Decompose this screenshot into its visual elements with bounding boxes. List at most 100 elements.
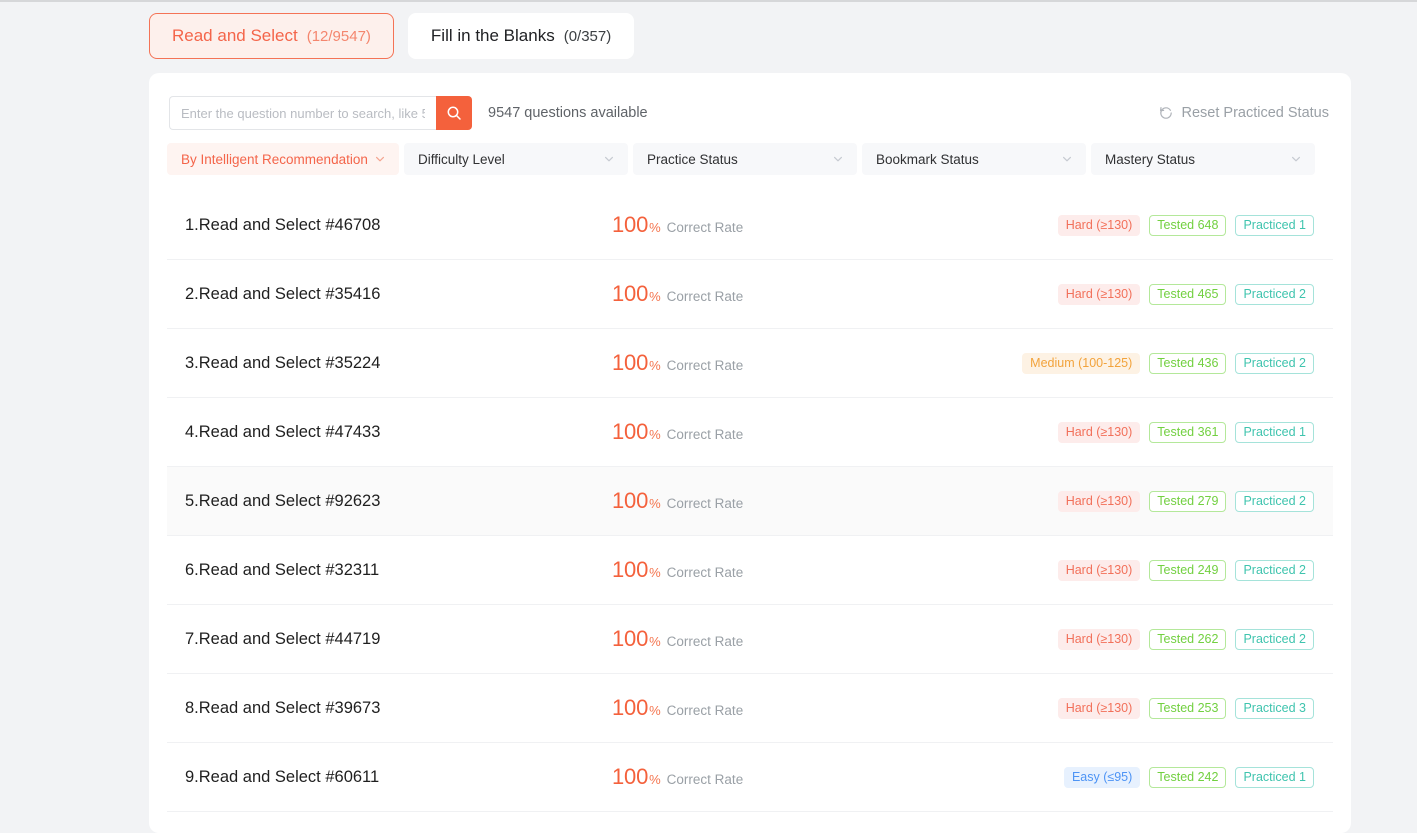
- question-list: 1.Read and Select #46708 100% Correct Rate…: [149, 191, 1351, 833]
- question-title: 7.Read and Select #44719: [185, 629, 381, 648]
- percent-sign: %: [649, 220, 661, 235]
- question-title: 4.Read and Select #47433: [185, 422, 381, 441]
- correct-rate-value: 100: [612, 281, 649, 306]
- correct-rate-value: 100: [612, 557, 649, 582]
- tested-badge: Tested 648: [1149, 214, 1227, 236]
- question-title: 3.Read and Select #35224: [185, 353, 381, 372]
- badge-group: Hard (≥130) Tested 253 Practiced 3: [1057, 697, 1333, 719]
- difficulty-badge: Hard (≥130): [1057, 490, 1141, 512]
- tab-fill-in-the-blanks[interactable]: Fill in the Blanks (0/357): [407, 13, 635, 59]
- search-button[interactable]: [436, 96, 472, 130]
- questions-available-text: 9547 questions available: [488, 105, 648, 121]
- table-row[interactable]: 8.Read and Select #39673 100% Correct Rate…: [167, 674, 1333, 743]
- question-type-tabs: Read and Select (12/9547) Fill in the Bl…: [149, 13, 635, 59]
- table-row[interactable]: 2.Read and Select #35416 100% Correct Rate…: [167, 260, 1333, 329]
- correct-rate: 100% Correct Rate: [612, 488, 912, 514]
- correct-rate-label: Correct Rate: [666, 634, 744, 649]
- filter-bookmark-status-label: Bookmark Status: [876, 151, 979, 167]
- search-box: [169, 96, 472, 130]
- filter-row: By Intelligent Recommendation Difficulty…: [167, 143, 1333, 175]
- search-input[interactable]: [169, 96, 436, 130]
- filter-practice-status-label: Practice Status: [647, 151, 738, 167]
- practiced-badge: Practiced 2: [1235, 559, 1314, 581]
- badge-group: Hard (≥130) Tested 249 Practiced 2: [1057, 559, 1333, 581]
- correct-rate-label: Correct Rate: [666, 358, 744, 373]
- chevron-down-icon: [1061, 153, 1073, 165]
- correct-rate-value: 100: [612, 212, 649, 237]
- question-list-card: 9547 questions available Reset Practiced…: [149, 73, 1351, 833]
- tested-badge: Tested 361: [1149, 421, 1227, 443]
- difficulty-badge: Hard (≥130): [1057, 628, 1141, 650]
- question-title: 9.Read and Select #60611: [185, 767, 380, 786]
- percent-sign: %: [649, 358, 661, 373]
- table-row[interactable]: 9.Read and Select #60611 100% Correct Rate…: [167, 743, 1333, 812]
- table-row[interactable]: 6.Read and Select #32311 100% Correct Rate…: [167, 536, 1333, 605]
- table-row[interactable]: 5.Read and Select #92623 100% Correct Rate…: [167, 467, 1333, 536]
- practiced-badge: Practiced 2: [1235, 283, 1314, 305]
- percent-sign: %: [649, 427, 661, 442]
- reset-practiced-status-button[interactable]: Reset Practiced Status: [1158, 105, 1332, 121]
- tested-badge: Tested 253: [1149, 697, 1227, 719]
- badge-group: Hard (≥130) Tested 465 Practiced 2: [1057, 283, 1333, 305]
- tab-read-and-select-label: Read and Select: [172, 26, 298, 45]
- correct-rate-value: 100: [612, 764, 649, 789]
- filter-bookmark-status[interactable]: Bookmark Status: [862, 143, 1086, 175]
- correct-rate-label: Correct Rate: [666, 772, 744, 787]
- correct-rate: 100% Correct Rate: [612, 281, 912, 307]
- correct-rate-value: 100: [612, 695, 649, 720]
- tested-badge: Tested 279: [1149, 490, 1227, 512]
- correct-rate: 100% Correct Rate: [612, 350, 912, 376]
- difficulty-badge: Medium (100-125): [1022, 352, 1141, 374]
- tested-badge: Tested 465: [1149, 283, 1227, 305]
- table-row[interactable]: 1.Read and Select #46708 100% Correct Rate…: [167, 191, 1333, 260]
- tested-badge: Tested 262: [1149, 628, 1227, 650]
- tested-badge: Tested 436: [1149, 352, 1227, 374]
- practiced-badge: Practiced 3: [1235, 697, 1314, 719]
- percent-sign: %: [649, 772, 661, 787]
- table-row[interactable]: 7.Read and Select #44719 100% Correct Rate…: [167, 605, 1333, 674]
- difficulty-badge: Easy (≤95): [1063, 766, 1141, 788]
- practiced-badge: Practiced 2: [1235, 352, 1314, 374]
- correct-rate-label: Correct Rate: [666, 565, 744, 580]
- practiced-badge: Practiced 1: [1235, 421, 1314, 443]
- correct-rate-label: Correct Rate: [666, 220, 744, 235]
- percent-sign: %: [649, 703, 661, 718]
- filter-difficulty-level-label: Difficulty Level: [418, 151, 505, 167]
- correct-rate-label: Correct Rate: [666, 496, 744, 511]
- question-title: 1.Read and Select #46708: [185, 215, 381, 234]
- badge-group: Hard (≥130) Tested 361 Practiced 1: [1057, 421, 1333, 443]
- tab-read-and-select-count: (12/9547): [306, 27, 371, 45]
- filter-sort-label: By Intelligent Recommendation: [181, 151, 368, 167]
- percent-sign: %: [649, 634, 661, 649]
- table-row[interactable]: 4.Read and Select #47433 100% Correct Rate…: [167, 398, 1333, 467]
- percent-sign: %: [649, 496, 661, 511]
- filter-practice-status[interactable]: Practice Status: [633, 143, 857, 175]
- badge-group: Hard (≥130) Tested 648 Practiced 1: [1057, 214, 1333, 236]
- tested-badge: Tested 249: [1149, 559, 1227, 581]
- difficulty-badge: Hard (≥130): [1057, 559, 1141, 581]
- practiced-badge: Practiced 1: [1235, 214, 1314, 236]
- badge-group: Easy (≤95) Tested 242 Practiced 1: [1063, 766, 1333, 788]
- table-row[interactable]: 3.Read and Select #35224 100% Correct Rate…: [167, 329, 1333, 398]
- correct-rate: 100% Correct Rate: [612, 212, 912, 238]
- tab-fill-in-the-blanks-count: (0/357): [563, 27, 612, 45]
- reset-circular-arrow-icon: [1159, 106, 1172, 119]
- percent-sign: %: [649, 289, 661, 304]
- filter-mastery-status[interactable]: Mastery Status: [1091, 143, 1315, 175]
- reset-practiced-status-label: Reset Practiced Status: [1181, 105, 1330, 121]
- top-divider: [0, 0, 1417, 2]
- chevron-down-icon: [374, 153, 386, 165]
- badge-group: Hard (≥130) Tested 279 Practiced 2: [1057, 490, 1333, 512]
- chevron-down-icon: [832, 153, 844, 165]
- filter-sort-by-intelligent-recommendation[interactable]: By Intelligent Recommendation: [167, 143, 399, 175]
- filter-difficulty-level[interactable]: Difficulty Level: [404, 143, 628, 175]
- badge-group: Hard (≥130) Tested 262 Practiced 2: [1057, 628, 1333, 650]
- practiced-badge: Practiced 1: [1235, 766, 1314, 788]
- correct-rate-value: 100: [612, 419, 649, 444]
- filter-mastery-status-label: Mastery Status: [1105, 151, 1196, 167]
- difficulty-badge: Hard (≥130): [1057, 283, 1141, 305]
- difficulty-badge: Hard (≥130): [1057, 421, 1141, 443]
- search-icon: [447, 106, 461, 120]
- tab-read-and-select[interactable]: Read and Select (12/9547): [149, 13, 394, 59]
- tab-fill-in-the-blanks-label: Fill in the Blanks: [430, 26, 555, 45]
